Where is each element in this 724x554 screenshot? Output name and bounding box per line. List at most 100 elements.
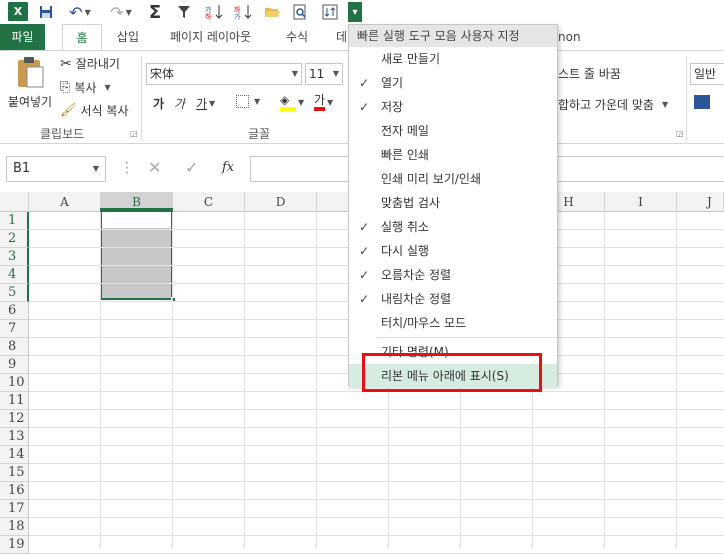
autosum-icon[interactable]: Σ — [145, 2, 165, 23]
dialog-launcher-icon[interactable]: ◲ — [130, 129, 138, 138]
fill-color-button[interactable]: ◈ ▼ — [280, 93, 304, 111]
sort-ascending-icon[interactable]: 가하 — [203, 2, 225, 22]
select-all-corner[interactable] — [0, 192, 29, 212]
confirm-icon[interactable]: ✓ — [185, 158, 198, 177]
cell-selection[interactable] — [100, 208, 173, 300]
row-header[interactable]: 7 — [0, 320, 29, 338]
paste-button[interactable]: 붙여넣기 — [6, 55, 54, 110]
column-header[interactable]: C — [173, 192, 245, 212]
name-box-value: B1 — [13, 161, 31, 176]
accounting-format-button[interactable] — [694, 95, 710, 109]
column-header[interactable]: I — [605, 192, 677, 212]
tab-formulas[interactable]: 수식 — [286, 24, 308, 50]
row-gridline — [29, 409, 724, 410]
column-gridline — [604, 212, 605, 548]
menu-item[interactable]: ✓ 오름차순 정렬 — [349, 263, 557, 287]
underline-button[interactable]: 가 ▼ — [196, 95, 215, 112]
font-color-button[interactable]: 가 ▼ — [314, 93, 333, 111]
number-format-value: 일반 — [694, 67, 717, 81]
font-size-value: 11 — [309, 67, 325, 81]
menu-item-label: 다시 실행 — [381, 244, 429, 258]
paint-bucket-icon: ◈ — [280, 93, 296, 111]
border-button[interactable]: ▼ — [236, 95, 260, 108]
name-box[interactable]: B1 ▼ — [6, 156, 106, 182]
tab-page-layout[interactable]: 페이지 레이아웃 — [170, 24, 251, 50]
sort-descending-icon[interactable]: 하가 — [232, 2, 254, 22]
insert-function-button[interactable]: fx — [222, 160, 234, 175]
menu-item[interactable]: ✓ 실행 취소 — [349, 215, 557, 239]
menu-item[interactable]: ✓ 열기 — [349, 71, 557, 95]
save-icon[interactable] — [36, 2, 56, 22]
row-header[interactable]: 13 — [0, 428, 29, 446]
print-preview-icon[interactable] — [290, 2, 310, 22]
row-header[interactable]: 8 — [0, 338, 29, 356]
copy-button[interactable]: ⎘ 복사 ▼ — [60, 79, 111, 96]
customize-qat-button[interactable]: ▾ — [348, 2, 362, 22]
scissors-icon: ✂ — [60, 55, 72, 72]
font-size-combo[interactable]: 11 ▼ — [305, 63, 343, 85]
filter-icon[interactable] — [174, 2, 194, 22]
column-header[interactable]: J — [677, 192, 724, 212]
row-header[interactable]: 12 — [0, 410, 29, 428]
tab-insert[interactable]: 삽입 — [117, 24, 139, 50]
row-gridline — [29, 481, 724, 482]
chevron-down-icon: ▼ — [209, 99, 216, 108]
paste-icon — [18, 57, 44, 88]
column-header[interactable]: D — [245, 192, 317, 212]
menu-item[interactable]: 인쇄 미리 보기/인쇄 — [349, 167, 557, 191]
undo-button[interactable]: ↶ ▼ — [64, 2, 96, 22]
menu-item[interactable]: ✓ 저장 — [349, 95, 557, 119]
format-painter-button[interactable]: 🖌 서식 복사 — [60, 102, 129, 119]
tab-home[interactable]: 홈 — [62, 24, 102, 51]
touch-mode-icon[interactable] — [320, 2, 340, 22]
merge-center-button[interactable]: 합하고 가운데 맞춤 ▼ — [558, 96, 668, 113]
row-header[interactable]: 10 — [0, 374, 29, 392]
column-header[interactable]: A — [29, 192, 101, 212]
row-gridline — [29, 535, 724, 536]
menu-item[interactable]: 빠른 인쇄 — [349, 143, 557, 167]
menu-item[interactable]: 전자 메일 — [349, 119, 557, 143]
column-gridline — [100, 212, 101, 548]
row-header[interactable]: 17 — [0, 500, 29, 518]
menu-item[interactable]: 터치/마우스 모드 — [349, 311, 557, 335]
tab-file[interactable]: 파일 — [0, 24, 45, 50]
row-header[interactable]: 11 — [0, 392, 29, 410]
splitter-dots-icon[interactable]: ⋮ — [120, 160, 134, 176]
row-header[interactable]: 14 — [0, 446, 29, 464]
tab-data[interactable]: 데 — [336, 24, 347, 50]
row-header[interactable]: 2 — [0, 230, 29, 248]
chevron-down-icon: ▼ — [84, 7, 91, 17]
menu-item[interactable]: ✓ 다시 실행 — [349, 239, 557, 263]
row-header[interactable]: 5 — [0, 284, 29, 302]
row-header[interactable]: 3 — [0, 248, 29, 266]
row-header[interactable]: 9 — [0, 356, 29, 374]
redo-button[interactable]: ↷ ▼ — [106, 2, 136, 22]
underline-label: 가 — [196, 97, 208, 111]
menu-item[interactable]: 맞춤법 검사 — [349, 191, 557, 215]
italic-button[interactable]: 가 — [174, 95, 185, 112]
chevron-down-icon: ▼ — [104, 83, 111, 92]
bold-button[interactable]: 가 — [153, 95, 164, 112]
row-gridline — [29, 445, 724, 446]
row-header[interactable]: 15 — [0, 464, 29, 482]
menu-item[interactable]: 새로 만들기 — [349, 47, 557, 71]
wrap-text-button[interactable]: 스트 줄 바꿈 — [558, 65, 621, 82]
row-header[interactable]: 18 — [0, 518, 29, 536]
row-header[interactable]: 19 — [0, 536, 29, 554]
chevron-down-icon: ▼ — [254, 97, 261, 106]
row-header[interactable]: 4 — [0, 266, 29, 284]
number-format-combo[interactable]: 일반 — [690, 63, 724, 85]
group-divider — [686, 57, 687, 141]
font-name-combo[interactable]: 宋体 ▼ — [146, 63, 302, 85]
cancel-icon[interactable]: ✕ — [148, 158, 161, 177]
dialog-launcher-icon[interactable]: ◲ — [676, 129, 684, 138]
row-header[interactable]: 16 — [0, 482, 29, 500]
format-painter-label: 서식 복사 — [80, 104, 129, 118]
menu-item[interactable]: ✓ 내림차순 정렬 — [349, 287, 557, 311]
row-header[interactable]: 6 — [0, 302, 29, 320]
tab-partial-right[interactable]: non — [558, 24, 581, 50]
row-header[interactable]: 1 — [0, 212, 29, 230]
menu-item-label: 내림차순 정렬 — [381, 292, 452, 306]
folder-open-icon[interactable] — [262, 2, 282, 22]
cut-button[interactable]: ✂ 잘라내기 — [60, 55, 120, 72]
